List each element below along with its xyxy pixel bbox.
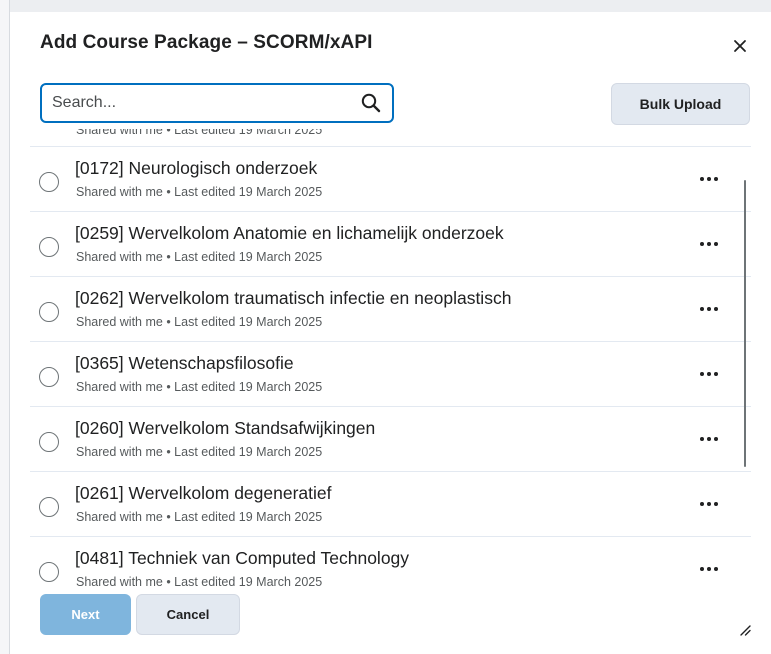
select-radio[interactable] [39, 237, 59, 257]
list-item: [0172] Neurologisch onderzoek Shared wit… [30, 147, 751, 212]
select-radio[interactable] [39, 367, 59, 387]
list-item: [0260] Wervelkolom Standsafwijkingen Sha… [30, 407, 751, 472]
more-options-icon [700, 502, 718, 506]
more-options-button[interactable] [696, 429, 722, 449]
add-course-package-dialog: Add Course Package – SCORM/xAPI Bulk Upl… [10, 12, 771, 654]
list-item: [0262] Wervelkolom traumatisch infectie … [30, 277, 751, 342]
list-scrollbar[interactable] [744, 180, 746, 467]
select-radio[interactable] [39, 432, 59, 452]
package-meta: Shared with me • Last edited 19 March 20… [76, 510, 323, 524]
list-item: [0365] Wetenschapsfilosofie Shared with … [30, 342, 751, 407]
more-options-icon [700, 372, 718, 376]
bulk-upload-button[interactable]: Bulk Upload [611, 83, 750, 125]
select-radio[interactable] [39, 302, 59, 322]
package-meta: Shared with me • Last edited 19 March 20… [76, 315, 323, 329]
more-options-button[interactable] [696, 559, 722, 579]
package-title: [0259] Wervelkolom Anatomie en lichameli… [75, 223, 504, 243]
more-options-icon [700, 242, 718, 246]
search-input[interactable] [52, 85, 342, 121]
package-list: Shared with me • Last edited 19 March 20… [30, 129, 751, 597]
more-options-button[interactable] [696, 169, 722, 189]
package-meta: Shared with me • Last edited 19 March 20… [76, 129, 323, 137]
package-title: [0262] Wervelkolom traumatisch infectie … [75, 288, 512, 308]
background-page-edge [0, 0, 10, 654]
package-title: [0260] Wervelkolom Standsafwijkingen [75, 418, 376, 438]
package-meta: Shared with me • Last edited 19 March 20… [76, 380, 323, 394]
more-options-icon [700, 567, 718, 571]
cancel-button[interactable]: Cancel [136, 594, 240, 635]
package-meta: Shared with me • Last edited 19 March 20… [76, 445, 323, 459]
dialog-title: Add Course Package – SCORM/xAPI [40, 32, 373, 53]
package-title: [0365] Wetenschapsfilosofie [75, 353, 294, 373]
select-radio[interactable] [39, 172, 59, 192]
more-options-icon [700, 177, 718, 181]
close-button[interactable] [728, 34, 752, 58]
more-options-button[interactable] [696, 234, 722, 254]
list-item: Shared with me • Last edited 19 March 20… [30, 129, 751, 147]
list-item: [0261] Wervelkolom degeneratief Shared w… [30, 472, 751, 537]
select-radio[interactable] [39, 562, 59, 582]
search-icon[interactable] [360, 92, 382, 114]
more-options-button[interactable] [696, 299, 722, 319]
more-options-icon [700, 437, 718, 441]
select-radio[interactable] [39, 497, 59, 517]
list-item: [0259] Wervelkolom Anatomie en lichameli… [30, 212, 751, 277]
search-field[interactable] [40, 83, 394, 123]
package-meta: Shared with me • Last edited 19 March 20… [76, 250, 323, 264]
package-meta: Shared with me • Last edited 19 March 20… [76, 575, 323, 589]
more-options-button[interactable] [696, 364, 722, 384]
next-button[interactable]: Next [40, 594, 131, 635]
package-meta: Shared with me • Last edited 19 March 20… [76, 185, 323, 199]
package-title: [0481] Techniek van Computed Technology [75, 548, 410, 568]
resize-handle-icon[interactable] [737, 622, 751, 636]
list-item: [0481] Techniek van Computed Technology … [30, 537, 751, 597]
close-icon [734, 40, 746, 52]
package-title: [0172] Neurologisch onderzoek [75, 158, 318, 178]
more-options-button[interactable] [696, 494, 722, 514]
more-options-icon [700, 307, 718, 311]
package-title: [0261] Wervelkolom degeneratief [75, 483, 332, 503]
